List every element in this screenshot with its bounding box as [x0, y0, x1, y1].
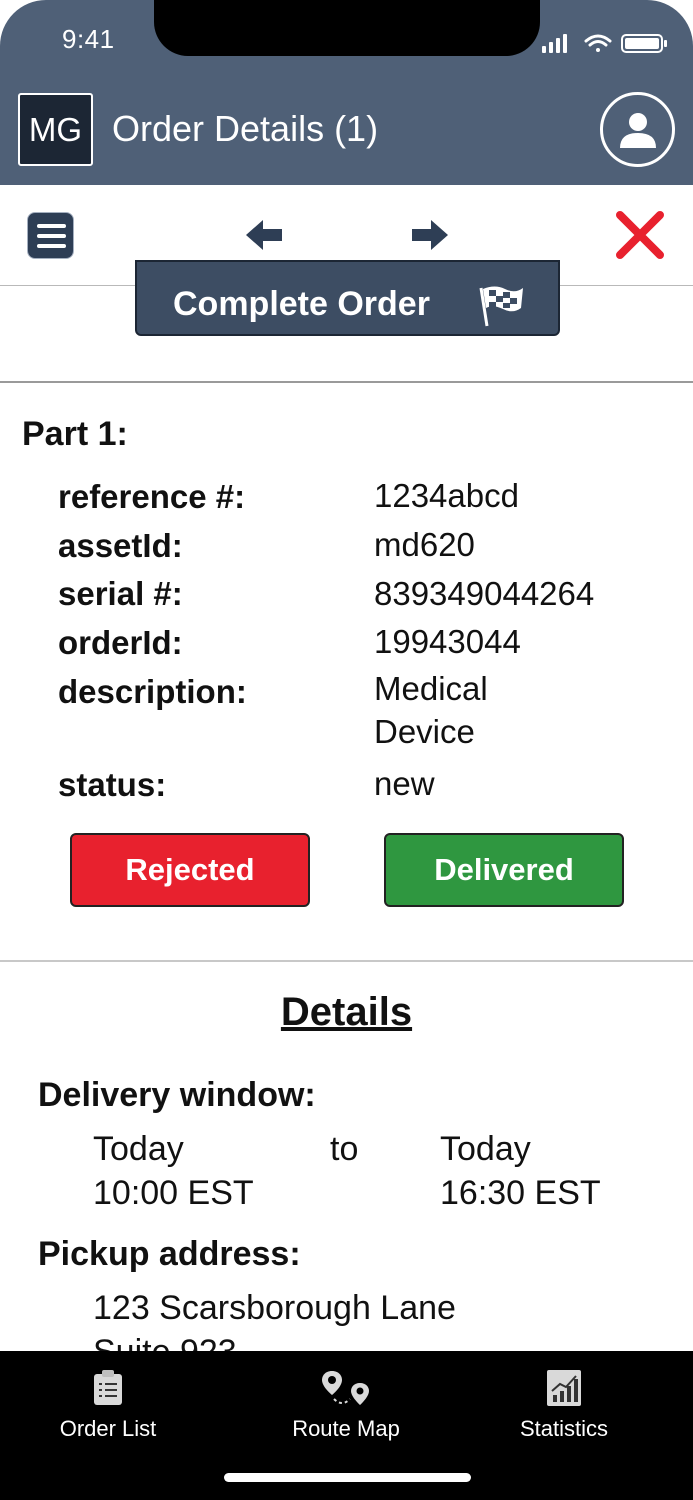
part-title: Part 1: — [22, 415, 128, 453]
window-end-day: Today — [440, 1130, 531, 1168]
user-icon — [619, 112, 656, 148]
nav-statistics[interactable]: Statistics — [464, 1351, 664, 1461]
battery-icon — [621, 34, 667, 53]
details-heading: Details — [280, 990, 413, 1034]
menu-icon — [37, 224, 66, 228]
window-start-time: 10:00 EST — [93, 1174, 254, 1212]
checkered-flag-icon — [479, 286, 523, 327]
complete-order-button[interactable]: Complete Order — [135, 260, 560, 336]
device-notch — [154, 0, 540, 56]
reference-label: reference #: — [58, 478, 246, 515]
status-value: new — [374, 765, 435, 802]
profile-button[interactable] — [600, 92, 675, 167]
statistics-chart-icon — [547, 1370, 581, 1406]
app-logo: MG — [18, 93, 93, 166]
menu-button[interactable] — [27, 212, 74, 259]
app-header: 9:41 MG Order Details (1) — [0, 0, 693, 185]
description-value-line1: Medical — [374, 670, 488, 707]
pickup-address-line1: 123 Scarsborough Lane — [93, 1289, 456, 1327]
home-indicator — [224, 1473, 471, 1482]
asset-id-value: md620 — [374, 526, 475, 563]
nav-order-list[interactable]: Order List — [8, 1351, 208, 1461]
pickup-address-label: Pickup address: — [38, 1235, 301, 1273]
window-to-text: to — [330, 1130, 359, 1168]
window-start-day: Today — [93, 1130, 184, 1168]
status-icons — [542, 34, 667, 53]
status-time: 9:41 — [62, 24, 115, 54]
complete-order-label: Complete Order — [173, 285, 430, 323]
reference-value: 1234abcd — [374, 477, 519, 514]
status-label: status: — [58, 766, 167, 803]
order-id-value: 19943044 — [374, 623, 521, 660]
arrow-right-icon[interactable] — [410, 218, 450, 252]
route-map-icon — [322, 1371, 369, 1405]
nav-statistics-label: Statistics — [519, 1416, 609, 1441]
page-title: Order Details (1) — [112, 108, 379, 149]
window-end-time: 16:30 EST — [440, 1174, 601, 1212]
order-id-label: orderId: — [58, 624, 183, 661]
nav-order-list-label: Order List — [59, 1416, 157, 1441]
rejected-button[interactable]: Rejected — [70, 833, 310, 907]
delivery-window-label: Delivery window: — [38, 1076, 316, 1114]
description-value-line2: Device — [374, 713, 475, 750]
serial-value: 839349044264 — [374, 575, 595, 612]
signal-icon — [542, 34, 567, 53]
description-label: description: — [58, 673, 247, 710]
nav-route-map-label: Route Map — [292, 1416, 400, 1441]
delivered-button[interactable]: Delivered — [384, 833, 624, 907]
asset-id-label: assetId: — [58, 527, 183, 564]
section-divider — [0, 381, 693, 383]
section-divider — [0, 960, 693, 962]
clipboard-list-icon — [94, 1370, 122, 1405]
wifi-icon — [584, 34, 612, 52]
nav-route-map[interactable]: Route Map — [246, 1351, 446, 1461]
serial-label: serial #: — [58, 575, 183, 612]
close-icon[interactable] — [614, 209, 666, 261]
arrow-left-icon[interactable] — [244, 218, 284, 252]
